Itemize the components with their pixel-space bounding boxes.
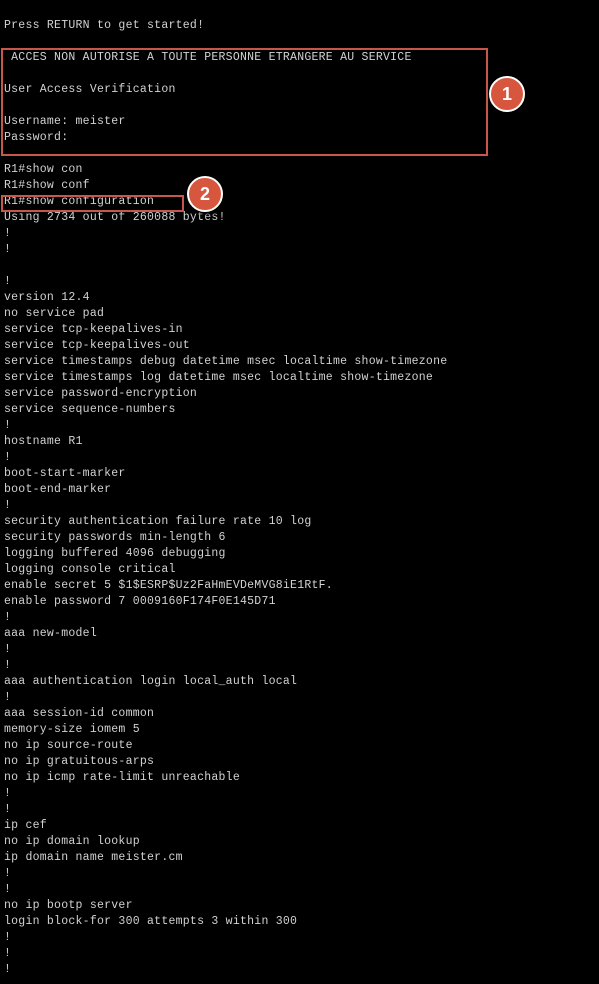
terminal-line: no service pad <box>4 307 105 320</box>
terminal-line: ip domain name meister.cm <box>4 851 183 864</box>
terminal-line: enable secret 5 $1$ESRP$Uz2FaHmEVDeMVG8i… <box>4 579 333 592</box>
annotation-badge-1: 1 <box>489 76 525 112</box>
terminal-line: service password-encryption <box>4 387 198 400</box>
terminal-line: ip cef <box>4 819 47 832</box>
terminal-line: service timestamps log datetime msec loc… <box>4 371 434 384</box>
terminal-line: ! <box>4 611 12 624</box>
terminal-line: service tcp-keepalives-in <box>4 323 183 336</box>
terminal-line: memory-size iomem 5 <box>4 723 140 736</box>
terminal-line: service tcp-keepalives-out <box>4 339 190 352</box>
terminal-line: R1#show conf <box>4 179 90 192</box>
terminal-line: boot-start-marker <box>4 467 126 480</box>
show-configuration-highlight <box>1 195 184 212</box>
terminal-line: ! <box>4 691 12 704</box>
terminal-line: ! <box>4 931 12 944</box>
terminal-line: boot-end-marker <box>4 483 112 496</box>
terminal-line: ! <box>4 659 12 672</box>
terminal-line: no ip domain lookup <box>4 835 140 848</box>
terminal-line: no ip gratuitous-arps <box>4 755 155 768</box>
terminal-line: no ip bootp server <box>4 899 133 912</box>
terminal-line: Press RETURN to get started! <box>4 19 205 32</box>
terminal-line: security authentication failure rate 10 … <box>4 515 312 528</box>
login-banner-highlight <box>1 48 488 156</box>
terminal-line: no ip icmp rate-limit unreachable <box>4 771 240 784</box>
terminal-line: ! <box>4 947 12 960</box>
terminal-line: ! <box>4 227 12 240</box>
terminal-line: ! <box>4 243 12 256</box>
terminal-line: Using 2734 out of 260088 bytes! <box>4 211 226 224</box>
terminal-window[interactable]: Press RETURN to get started! ACCES NON A… <box>0 0 599 984</box>
terminal-line: version 12.4 <box>4 291 90 304</box>
terminal-line: service timestamps debug datetime msec l… <box>4 355 448 368</box>
terminal-line: ! <box>4 963 12 976</box>
terminal-line: ! <box>4 867 12 880</box>
terminal-line: service sequence-numbers <box>4 403 176 416</box>
terminal-line: ! <box>4 643 12 656</box>
terminal-line: logging console critical <box>4 563 176 576</box>
terminal-line: enable password 7 0009160F174F0E145D71 <box>4 595 276 608</box>
terminal-line: security passwords min-length 6 <box>4 531 226 544</box>
terminal-line: hostname R1 <box>4 435 83 448</box>
terminal-line: ! <box>4 883 12 896</box>
terminal-line: login block-for 300 attempts 3 within 30… <box>4 915 298 928</box>
terminal-line: ! <box>4 803 12 816</box>
terminal-line: no ip source-route <box>4 739 133 752</box>
terminal-line: ! <box>4 275 12 288</box>
terminal-line: aaa authentication login local_auth loca… <box>4 675 298 688</box>
terminal-line: aaa new-model <box>4 627 97 640</box>
terminal-line: R1#show con <box>4 163 83 176</box>
terminal-line: ! <box>4 451 12 464</box>
terminal-line: ! <box>4 499 12 512</box>
terminal-line: aaa session-id common <box>4 707 155 720</box>
terminal-line: ! <box>4 419 12 432</box>
annotation-badge-2: 2 <box>187 176 223 212</box>
terminal-line: logging buffered 4096 debugging <box>4 547 226 560</box>
terminal-line: ! <box>4 787 12 800</box>
